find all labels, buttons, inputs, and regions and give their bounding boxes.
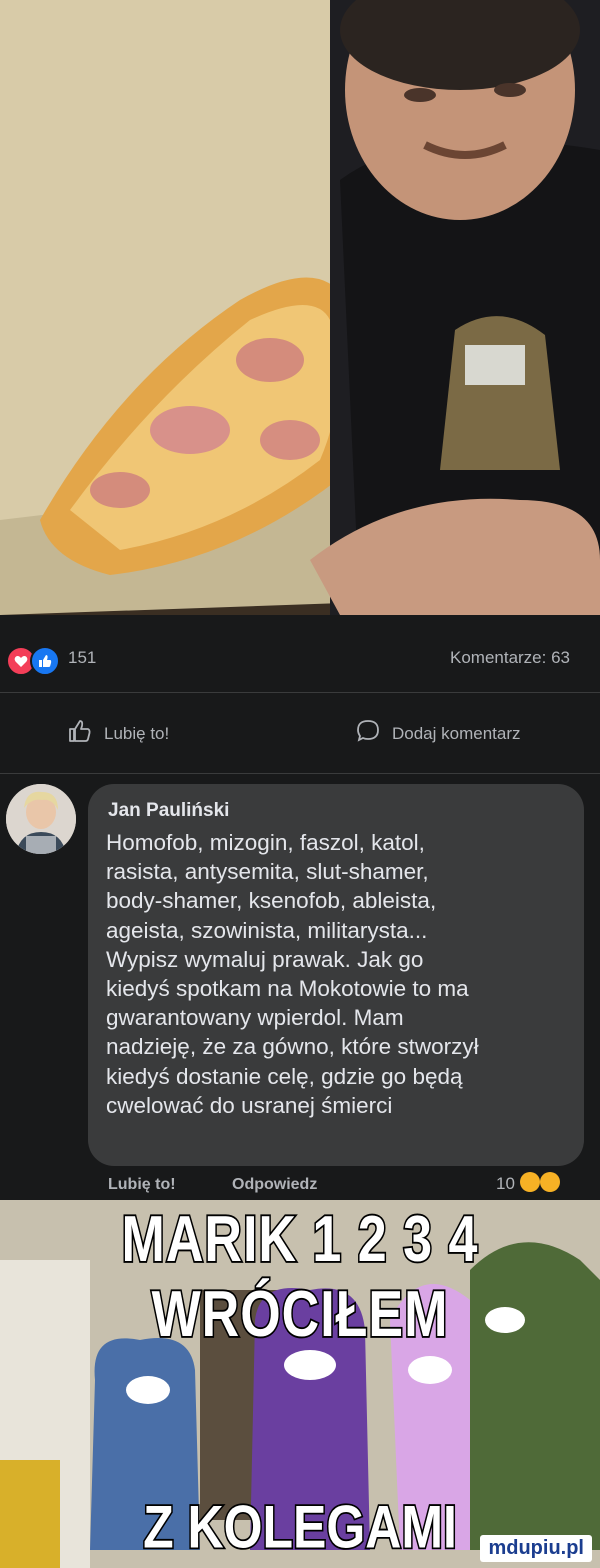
reaction-icons[interactable] bbox=[6, 646, 60, 676]
comments-count[interactable]: Komentarze: 63 bbox=[450, 648, 570, 668]
reaction-count[interactable]: 151 bbox=[68, 648, 96, 668]
post-photo[interactable] bbox=[0, 0, 600, 615]
comment-line: gwarantowany wpierdol. Mam bbox=[106, 1005, 404, 1031]
comment-button[interactable]: Dodaj komentarz bbox=[356, 719, 521, 748]
like-reaction-icon bbox=[30, 646, 60, 676]
meme-image[interactable]: MARIK 1 2 3 4 WRÓCIŁEM Z KOLEGAMI mdupiu… bbox=[0, 1200, 600, 1568]
haha-reaction-icon bbox=[520, 1172, 540, 1192]
like-button[interactable]: Lubię to! bbox=[68, 719, 169, 748]
comment-footer: Lubię to! Odpowiedz 10 bbox=[0, 1170, 600, 1200]
comment-line: nadzieję, że za gówno, które stworzył bbox=[106, 1034, 479, 1060]
like-button-label: Lubię to! bbox=[104, 723, 170, 743]
comment-reply-button[interactable]: Odpowiedz bbox=[232, 1176, 317, 1194]
comment-line: body-shamer, ksenofob, ableista, bbox=[106, 888, 437, 914]
comment-button-label: Dodaj komentarz bbox=[392, 723, 521, 743]
comment-line: Wypisz wymaluj prawak. Jak go bbox=[106, 946, 424, 972]
thumbs-up-icon bbox=[68, 719, 92, 748]
commenter-avatar[interactable] bbox=[6, 784, 76, 854]
comment-line: Homofob, mizogin, faszol, katol, bbox=[106, 830, 425, 855]
comment-bubble: Jan Pauliński Homofob, mizogin, faszol, … bbox=[88, 784, 584, 1166]
comment-line: ageista, szowinista, militarysta... bbox=[106, 917, 428, 943]
comment-text: Homofob, mizogin, faszol, katol, rasista… bbox=[106, 828, 576, 1120]
comment-line: kiedyś spotkam na Mokotowie to ma bbox=[106, 976, 469, 1002]
comment-line: kiedyś dostanie celę, gdzie go będą bbox=[106, 1063, 463, 1089]
reactions-bar: 151 Komentarze: 63 bbox=[0, 615, 600, 693]
comment-author[interactable]: Jan Pauliński bbox=[108, 800, 229, 822]
comment-line: rasista, antysemita, slut-shamer, bbox=[106, 859, 429, 885]
comment-like-button[interactable]: Lubię to! bbox=[108, 1176, 176, 1194]
comment-bubble-icon bbox=[356, 719, 380, 748]
sad-reaction-icon bbox=[540, 1172, 560, 1192]
meme-top-caption: MARIK 1 2 3 4 WRÓCIŁEM bbox=[120, 1201, 479, 1352]
comment-reaction-count[interactable]: 10 bbox=[496, 1174, 515, 1194]
comment-line: cwelować do usranej śmierci bbox=[106, 1092, 393, 1118]
site-watermark: mdupiu.pl bbox=[480, 1535, 592, 1562]
post-actions: Lubię to! Dodaj komentarz bbox=[0, 693, 600, 774]
